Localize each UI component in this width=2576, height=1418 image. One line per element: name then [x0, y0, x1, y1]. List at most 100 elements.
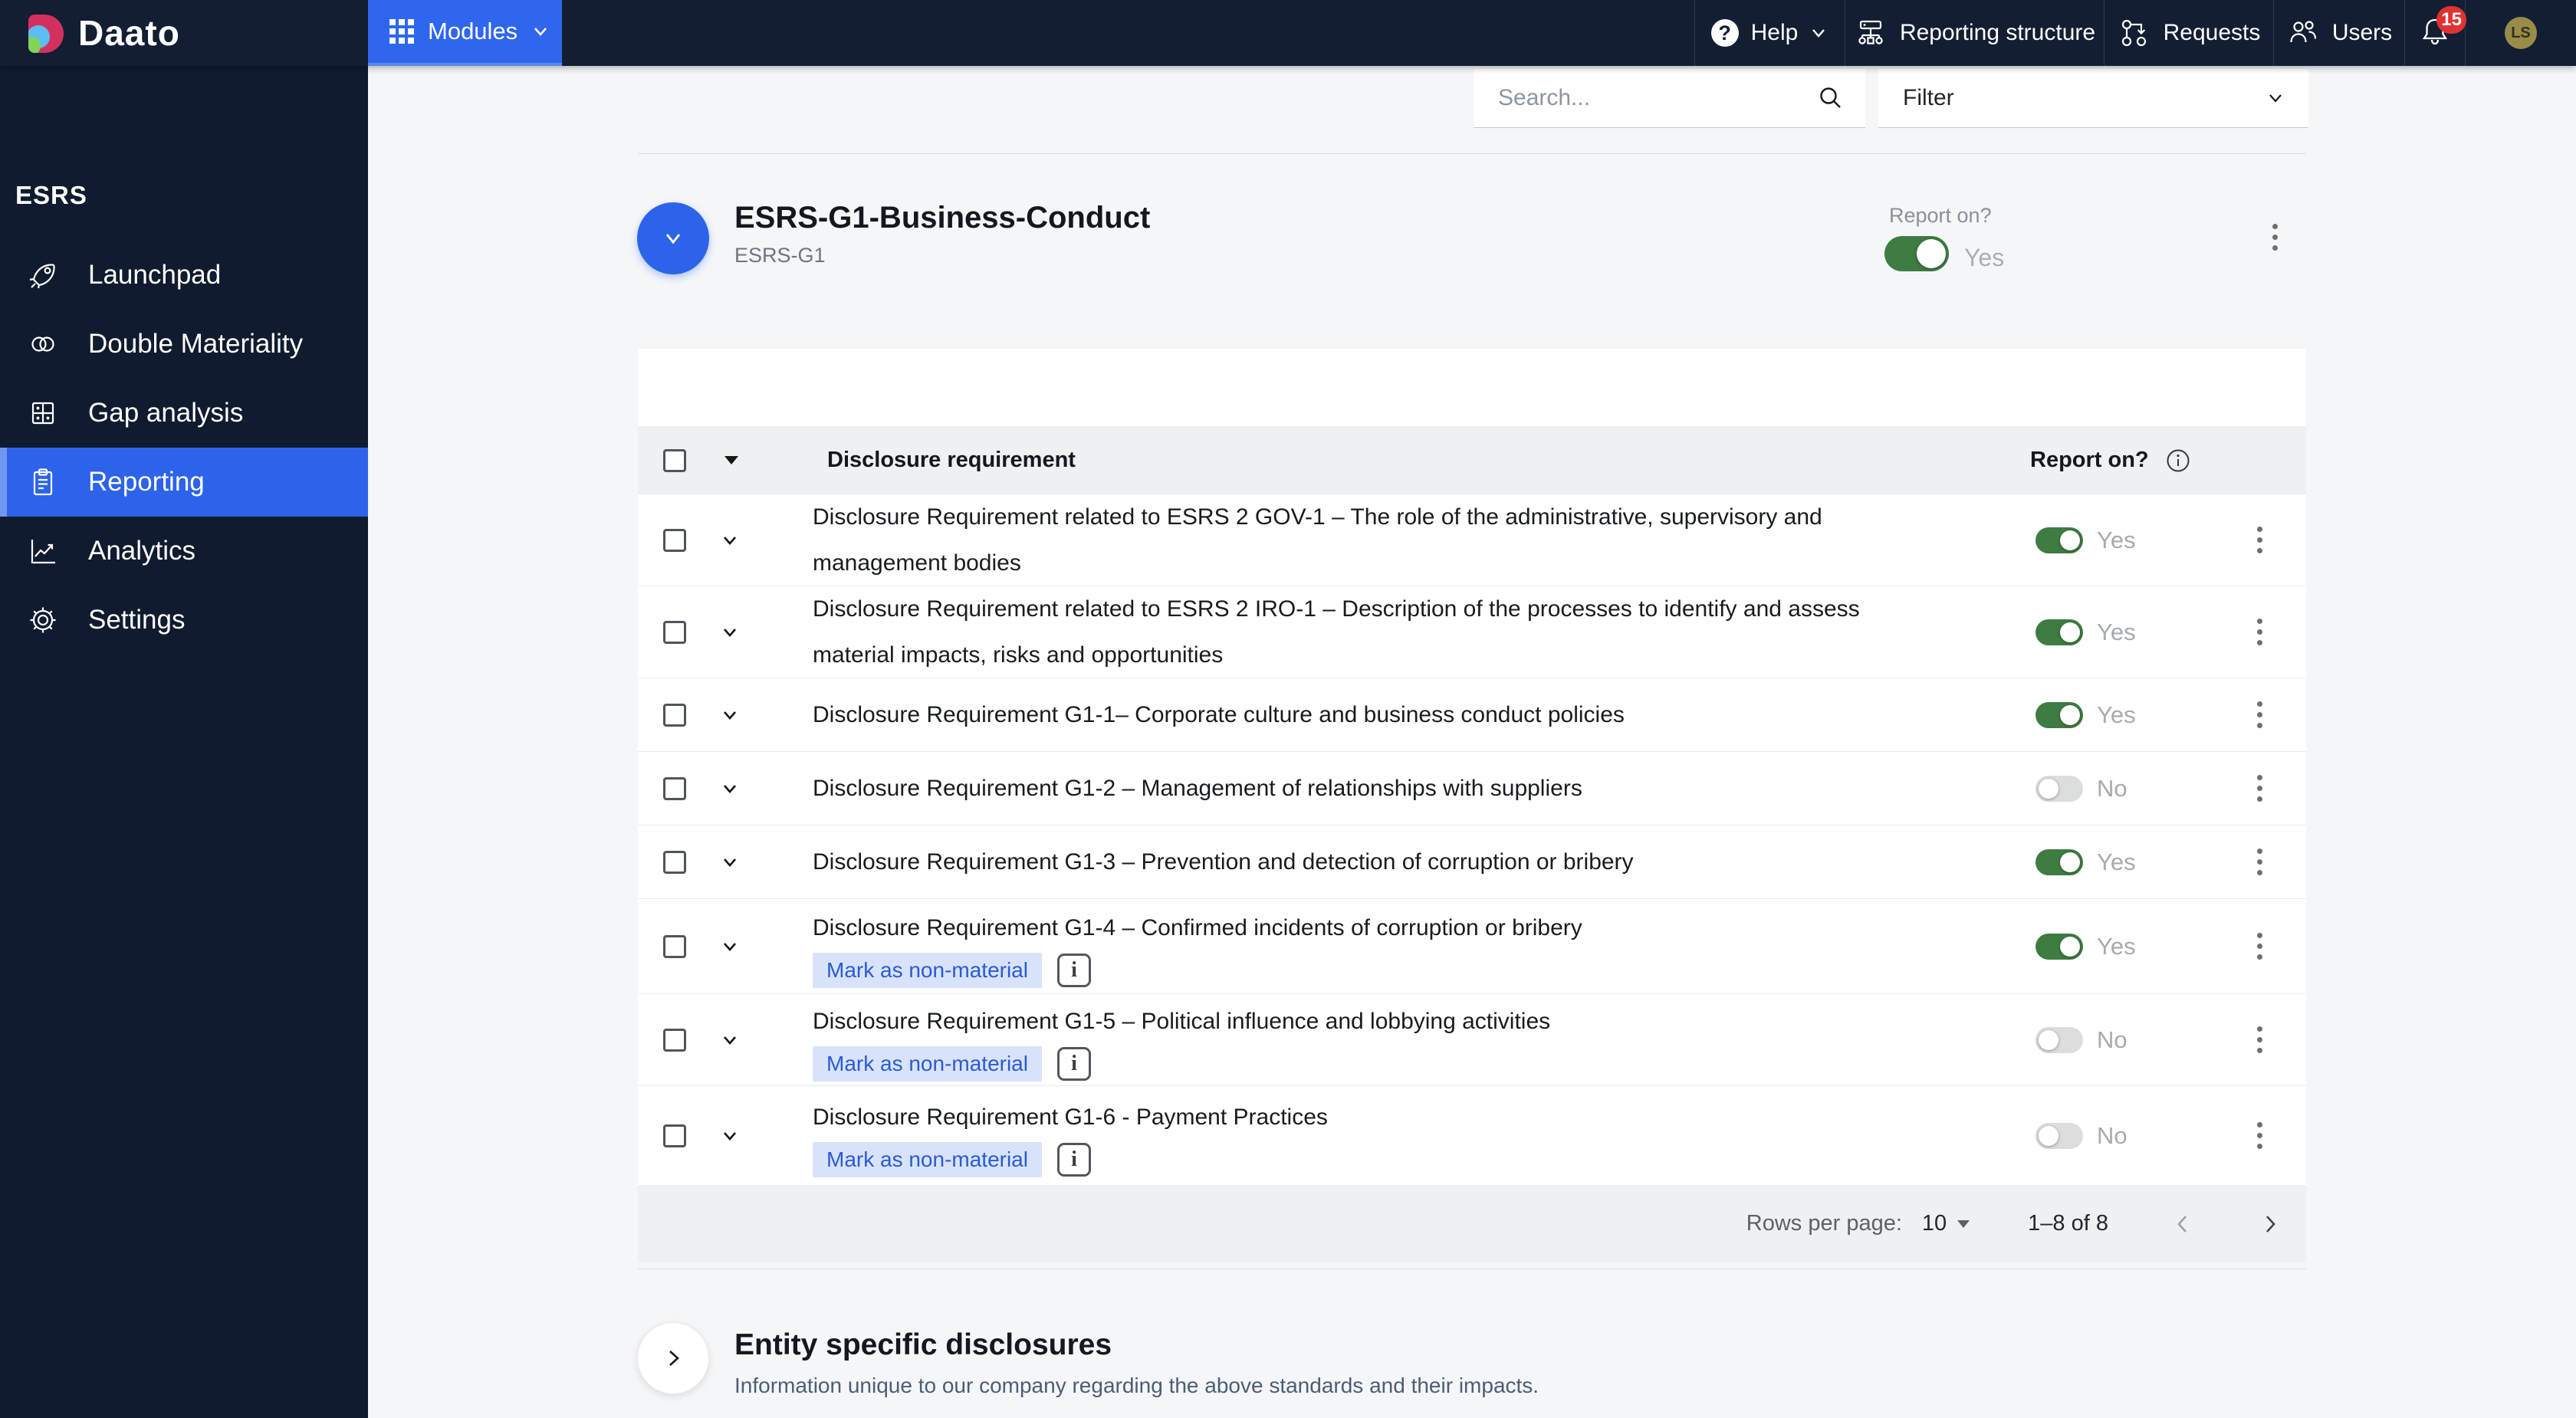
row-overflow-menu[interactable] [2257, 619, 2265, 645]
daato-logo-icon [28, 15, 64, 53]
row-checkbox[interactable] [663, 776, 686, 800]
row-overflow-menu[interactable] [2257, 701, 2265, 728]
sidebar-item-analytics[interactable]: Analytics [0, 517, 368, 586]
gear-icon [26, 603, 60, 637]
sidebar-item-gap-analysis[interactable]: Gap analysis [0, 379, 368, 448]
table-toolbar [638, 349, 2306, 426]
select-all-checkbox[interactable] [663, 448, 686, 472]
help-label: Help [1750, 20, 1799, 45]
standard-overflow-menu[interactable] [2272, 224, 2280, 251]
rows-per-page-label: Rows per page: [1746, 1211, 1902, 1236]
disclosure-title: Disclosure Requirement G1-6 - Payment Pr… [813, 1104, 1328, 1130]
report-toggle[interactable] [2036, 849, 2083, 875]
row-checkbox[interactable] [663, 934, 686, 958]
modules-button[interactable]: Modules [368, 0, 562, 66]
disclosure-title: Disclosure Requirement related to ESRS 2… [813, 504, 1822, 576]
requests-button[interactable]: Requests [2104, 0, 2273, 66]
sidebar-item-reporting[interactable]: Reporting [0, 448, 368, 517]
disclosure-row: Disclosure Requirement related to ESRS 2… [638, 586, 2306, 678]
help-icon: ? [1710, 19, 1739, 47]
expand-chevron-icon[interactable] [718, 935, 741, 958]
report-toggle[interactable] [2036, 1122, 2083, 1149]
row-checkbox[interactable] [663, 1028, 686, 1052]
expand-chevron-icon[interactable] [718, 529, 741, 552]
row-checkbox[interactable] [663, 1124, 686, 1147]
expand-chevron-icon[interactable] [718, 851, 741, 874]
rows-per-page-select[interactable]: 10 [1922, 1211, 1970, 1236]
rocket-icon [26, 258, 60, 292]
disclosure-title: Disclosure Requirement G1-1– Corporate c… [813, 701, 1625, 727]
caret-down-icon [1957, 1219, 1970, 1228]
sidebar-item-label: Reporting [88, 467, 205, 497]
disclosure-title: Disclosure Requirement G1-5 – Political … [813, 1008, 1551, 1034]
row-overflow-menu[interactable] [2257, 527, 2265, 553]
notifications-button[interactable]: 15 [2404, 0, 2466, 66]
sidebar-section-label: ESRS [15, 181, 87, 209]
expand-chevron-icon[interactable] [718, 1124, 741, 1147]
pagination-range: 1–8 of 8 [2028, 1211, 2108, 1236]
column-report-on: Report on? [2030, 448, 2149, 472]
entity-expand-button[interactable] [637, 1322, 709, 1394]
next-page-button[interactable] [2257, 1211, 2283, 1237]
search-input[interactable] [1474, 85, 1818, 111]
report-toggle[interactable] [2036, 1026, 2083, 1053]
standard-expand-button[interactable] [637, 202, 709, 274]
users-icon [2290, 21, 2316, 43]
toggle-state-label: Yes [2097, 701, 2136, 728]
disclosure-row: Disclosure Requirement G1-6 - Payment Pr… [638, 1086, 2306, 1185]
user-menu[interactable]: LS [2465, 0, 2576, 66]
disclosure-row: Disclosure Requirement related to ESRS 2… [638, 494, 2306, 586]
disclosure-title: Disclosure Requirement G1-2 – Management… [813, 775, 1582, 801]
mark-non-material-button[interactable]: Mark as non-material [813, 1141, 1042, 1177]
select-menu-caret[interactable] [724, 456, 738, 464]
row-overflow-menu[interactable] [2257, 933, 2265, 960]
row-overflow-menu[interactable] [2257, 775, 2265, 802]
row-checkbox[interactable] [663, 703, 686, 727]
expand-chevron-icon[interactable] [718, 1029, 741, 1052]
users-button[interactable]: Users [2273, 0, 2404, 66]
info-icon[interactable] [2164, 447, 2192, 474]
avatar: LS [2505, 17, 2537, 49]
app-logo[interactable]: Daato [23, 0, 180, 66]
expand-chevron-icon[interactable] [718, 704, 741, 727]
sidebar-item-launchpad[interactable]: Launchpad [0, 241, 368, 310]
report-toggle[interactable] [2036, 775, 2083, 802]
help-menu[interactable]: ? Help [1694, 0, 1845, 66]
rows-per-page-value: 10 [1921, 1211, 1947, 1236]
expand-chevron-icon[interactable] [718, 777, 741, 800]
chevron-left-icon [2177, 1215, 2187, 1233]
report-toggle[interactable] [2036, 527, 2083, 553]
row-overflow-menu[interactable] [2257, 1026, 2265, 1053]
header-divider [638, 153, 2306, 154]
filter-dropdown[interactable]: Filter [1878, 69, 2308, 128]
previous-page-button[interactable] [2170, 1211, 2196, 1237]
report-toggle[interactable] [2036, 701, 2083, 728]
topbar: Daato Modules ? Help Reporting structure [0, 0, 2576, 66]
material-info-icon[interactable]: i [1056, 953, 1091, 987]
material-info-icon[interactable]: i [1056, 1046, 1091, 1081]
standard-report-toggle[interactable] [1884, 236, 1949, 271]
report-toggle[interactable] [2036, 933, 2083, 960]
disclosure-row: Disclosure Requirement G1-3 – Prevention… [638, 826, 2306, 899]
row-checkbox[interactable] [663, 528, 686, 552]
column-disclosure-requirement: Disclosure requirement [827, 448, 1076, 472]
reporting-structure-button[interactable]: Reporting structure [1845, 0, 2104, 66]
requests-label: Requests [2163, 20, 2261, 45]
chevron-down-icon [534, 28, 547, 36]
disclosure-row: Disclosure Requirement G1-2 – Management… [638, 752, 2306, 826]
row-overflow-menu[interactable] [2257, 849, 2265, 875]
material-info-icon[interactable]: i [1056, 1142, 1091, 1177]
standard-toggle-state: Yes [1964, 244, 2005, 271]
report-toggle[interactable] [2036, 619, 2083, 645]
disclosure-row: Disclosure Requirement G1-5 – Political … [638, 994, 2306, 1086]
search-icon[interactable] [1818, 85, 1844, 111]
sidebar-item-double-materiality[interactable]: Double Materiality [0, 310, 368, 379]
expand-chevron-icon[interactable] [718, 621, 741, 644]
row-checkbox[interactable] [663, 620, 686, 644]
row-overflow-menu[interactable] [2257, 1122, 2265, 1149]
mark-non-material-button[interactable]: Mark as non-material [813, 1045, 1042, 1082]
row-checkbox[interactable] [663, 850, 686, 874]
mark-non-material-button[interactable]: Mark as non-material [813, 952, 1042, 988]
chevron-right-icon [2266, 1215, 2275, 1233]
sidebar-item-settings[interactable]: Settings [0, 586, 368, 655]
